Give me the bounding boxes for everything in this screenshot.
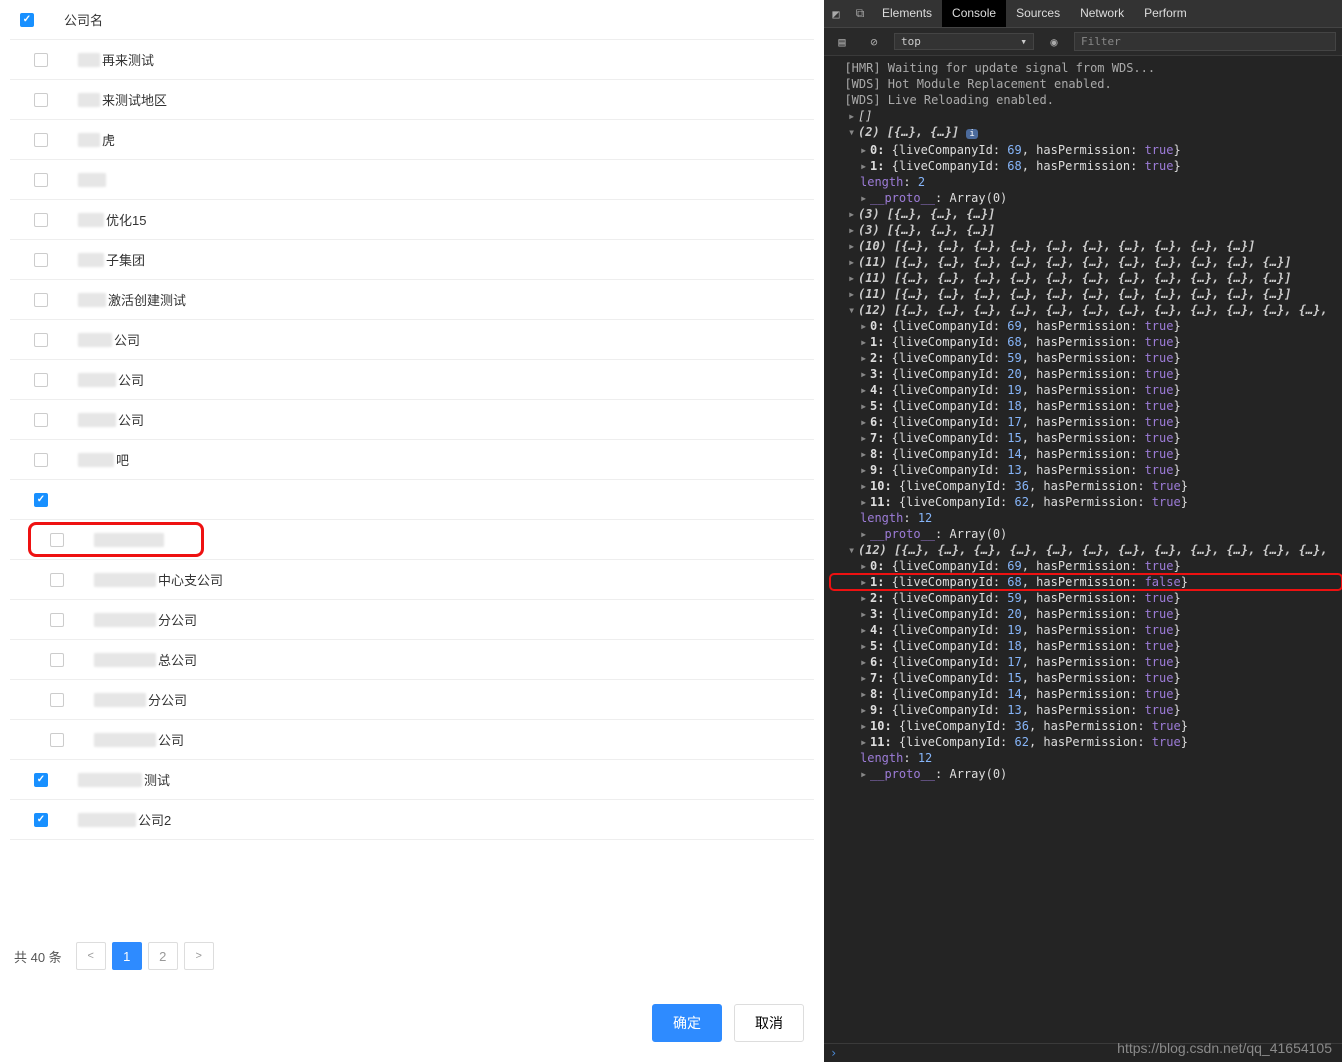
ok-button[interactable]: 确定: [652, 1004, 722, 1042]
console-toolbar: ▤ ⊘ top▾ ◉ Filter: [824, 28, 1342, 56]
list-item: [10, 160, 814, 200]
list-header-row: 公司名: [10, 0, 814, 40]
devtools-panel: ◩ ⧉ Elements Console Sources Network Per…: [824, 0, 1342, 1062]
row-label: 吧: [78, 450, 129, 469]
list-item: 优化15: [10, 200, 814, 240]
list-item: 来测试地区: [10, 80, 814, 120]
row-label: 公司: [94, 730, 184, 749]
list-item: 虎: [10, 120, 814, 160]
inspect-icon[interactable]: ◩: [824, 0, 848, 27]
column-header: 公司名: [64, 10, 103, 29]
row-label: 激活创建测试: [78, 290, 186, 309]
list-item: 分公司: [10, 680, 814, 720]
row-label: [94, 533, 166, 547]
row-checkbox[interactable]: [34, 53, 48, 67]
row-label: 再来测试: [78, 50, 154, 69]
list-item: 测试: [10, 760, 814, 800]
row-checkbox[interactable]: [50, 573, 64, 587]
row-checkbox[interactable]: [34, 773, 48, 787]
context-selector[interactable]: top▾: [894, 33, 1034, 50]
list-item: 激活创建测试: [10, 280, 814, 320]
row-label: 中心支公司: [94, 570, 223, 589]
row-checkbox[interactable]: [34, 453, 48, 467]
row-checkbox[interactable]: [34, 173, 48, 187]
list-item: 吧: [10, 440, 814, 480]
watermark: https://blog.csdn.net/qq_41654105: [1117, 1040, 1332, 1056]
row-label: 优化15: [78, 210, 146, 229]
cancel-button[interactable]: 取消: [734, 1004, 804, 1042]
pagination-total: 共 40 条: [14, 947, 62, 966]
row-checkbox[interactable]: [50, 653, 64, 667]
list-item: 公司: [10, 320, 814, 360]
row-checkbox[interactable]: [34, 253, 48, 267]
list-item: 公司: [10, 360, 814, 400]
sidebar-toggle-icon[interactable]: ▤: [830, 35, 854, 49]
list-item: 公司2: [10, 800, 814, 840]
row-label: 分公司: [94, 610, 197, 629]
row-checkbox[interactable]: [34, 813, 48, 827]
list-area: 公司名 再来测试来测试地区虎优化15子集团激活创建测试公司公司公司吧中心支公司分…: [10, 0, 814, 928]
pagination-next[interactable]: >: [184, 942, 214, 970]
row-label: 公司: [78, 370, 144, 389]
row-checkbox[interactable]: [34, 133, 48, 147]
pagination-page-1[interactable]: 1: [112, 942, 142, 970]
row-checkbox[interactable]: [34, 373, 48, 387]
row-checkbox[interactable]: [50, 613, 64, 627]
row-checkbox[interactable]: [50, 733, 64, 747]
row-checkbox[interactable]: [50, 693, 64, 707]
console-output[interactable]: [HMR] Waiting for update signal from WDS…: [824, 56, 1342, 1043]
list-item: 子集团: [10, 240, 814, 280]
row-label: 子集团: [78, 250, 145, 269]
clear-console-icon[interactable]: ⊘: [862, 35, 886, 49]
tab-network[interactable]: Network: [1070, 0, 1134, 27]
row-checkbox[interactable]: [34, 493, 48, 507]
list-item: [10, 480, 814, 520]
pagination-prev[interactable]: <: [76, 942, 106, 970]
dialog-footer: 确定 取消: [10, 984, 814, 1052]
list-item: 分公司: [10, 600, 814, 640]
filter-input[interactable]: Filter: [1074, 32, 1336, 51]
row-checkbox[interactable]: [34, 293, 48, 307]
tab-elements[interactable]: Elements: [872, 0, 942, 27]
eye-icon[interactable]: ◉: [1042, 35, 1066, 49]
row-checkbox[interactable]: [50, 533, 64, 547]
row-label: 公司: [78, 410, 144, 429]
list-item: [10, 520, 814, 560]
row-label: 虎: [78, 130, 115, 149]
list-item: 中心支公司: [10, 560, 814, 600]
row-label: 分公司: [94, 690, 187, 709]
row-checkbox[interactable]: [34, 413, 48, 427]
tab-sources[interactable]: Sources: [1006, 0, 1070, 27]
list-item: 公司: [10, 400, 814, 440]
select-all-checkbox[interactable]: [20, 13, 34, 27]
tab-performance[interactable]: Perform: [1134, 0, 1197, 27]
row-label: [78, 173, 108, 187]
company-list-panel: 公司名 再来测试来测试地区虎优化15子集团激活创建测试公司公司公司吧中心支公司分…: [0, 0, 824, 1062]
devtools-tabs: ◩ ⧉ Elements Console Sources Network Per…: [824, 0, 1342, 28]
pagination: 共 40 条 < 1 2 >: [10, 928, 814, 984]
row-label: 来测试地区: [78, 90, 167, 109]
row-checkbox[interactable]: [34, 213, 48, 227]
row-label: 公司2: [78, 810, 171, 829]
row-checkbox[interactable]: [34, 333, 48, 347]
list-item: 公司: [10, 720, 814, 760]
row-label: 测试: [78, 770, 170, 789]
list-item: 总公司: [10, 640, 814, 680]
tab-console[interactable]: Console: [942, 0, 1006, 27]
row-checkbox[interactable]: [34, 93, 48, 107]
row-label: 公司: [78, 330, 140, 349]
list-item: 再来测试: [10, 40, 814, 80]
row-label: 总公司: [94, 650, 197, 669]
pagination-page-2[interactable]: 2: [148, 942, 178, 970]
device-icon[interactable]: ⧉: [848, 0, 872, 27]
